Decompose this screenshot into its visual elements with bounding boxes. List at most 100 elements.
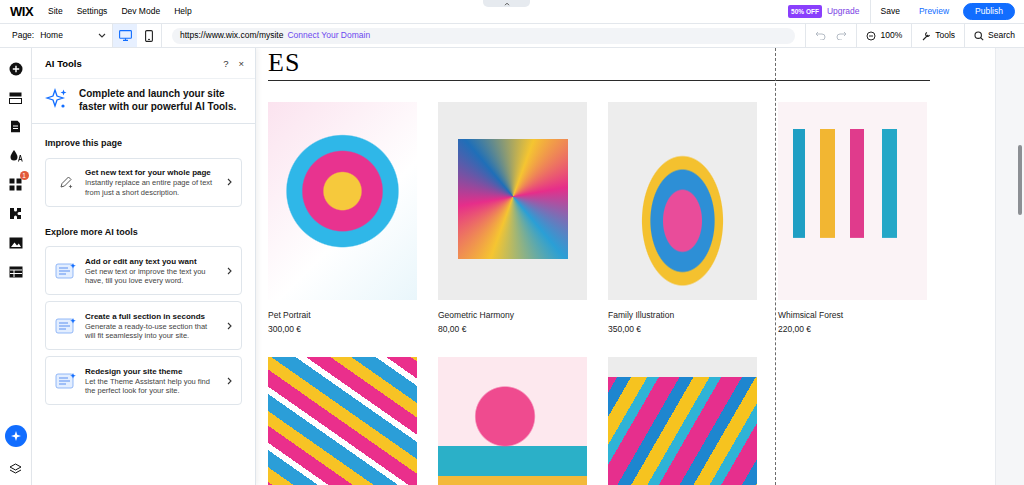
wix-logo[interactable]: WIX (10, 5, 48, 18)
tools-button[interactable]: Tools (911, 24, 964, 47)
undo-icon[interactable] (815, 31, 826, 40)
ai-assistant-button[interactable] (5, 425, 27, 447)
chevron-right-icon (226, 267, 233, 275)
menu-item[interactable]: Site (48, 5, 63, 18)
close-button[interactable]: × (238, 59, 244, 69)
product-item[interactable]: Whimsical Forest 220,00 € (778, 102, 927, 335)
device-switcher (113, 24, 162, 47)
connect-domain-link[interactable]: Connect Your Domain (287, 29, 370, 42)
save-button[interactable]: Save (881, 5, 900, 18)
text-block-icon (55, 262, 77, 280)
product-image[interactable] (608, 102, 757, 300)
design-button[interactable] (7, 147, 25, 164)
product-image[interactable] (608, 357, 757, 485)
ai-tool-card[interactable]: Create a full section in secondsGenerate… (45, 301, 242, 350)
sale-badge: 50% OFF (788, 5, 822, 19)
tools-label: Tools (935, 29, 955, 42)
business-button[interactable] (7, 205, 25, 222)
ai-tool-card[interactable]: Redesign your site themeLet the Theme As… (45, 356, 242, 405)
card-title: Add or edit any text you want (85, 256, 218, 267)
ai-tool-card[interactable]: Add or edit any text you wantGet new tex… (45, 246, 242, 295)
ai-tool-card[interactable]: Get new text for your whole pageInstantl… (45, 158, 242, 207)
device-button[interactable] (113, 24, 137, 47)
apps-icon (9, 178, 22, 191)
chevron-right-icon (226, 178, 233, 186)
product-image[interactable] (268, 357, 417, 485)
layers-button[interactable] (7, 460, 25, 477)
ai-tools-panel: AI Tools ? × Complete and launch your si… (32, 48, 256, 485)
publish-button[interactable]: Publish (963, 3, 1015, 21)
menu-item[interactable]: Settings (77, 5, 108, 18)
page-selector[interactable]: Page: Home (0, 24, 113, 47)
card-description: Generate a ready-to-use section that wil… (85, 322, 218, 341)
site-url: https://www.wix.com/mysite (180, 29, 283, 42)
product-item[interactable] (438, 357, 587, 485)
card-description: Get new text or improve the text you hav… (85, 267, 218, 286)
card-title: Redesign your site theme (85, 366, 218, 377)
image-icon (9, 237, 23, 249)
search-label: Search (988, 29, 1015, 42)
product-price: 80,00 € (438, 324, 587, 335)
product-name[interactable]: Family Illustration (608, 310, 757, 321)
product-item[interactable]: Geometric Harmony 80,00 € (438, 102, 587, 335)
text-block-icon (55, 372, 77, 390)
page-name[interactable]: Home (40, 29, 92, 42)
chevron-down-icon[interactable] (98, 33, 106, 38)
card-description: Let the Theme Assistant help you find th… (85, 377, 218, 396)
product-price: 300,00 € (268, 324, 417, 335)
sections-icon (9, 92, 22, 104)
product-name[interactable]: Geometric Harmony (438, 310, 587, 321)
product-name[interactable]: Pet Portrait (268, 310, 417, 321)
card-description: Instantly replace an entire page of text… (85, 178, 218, 197)
main-menu: Site Settings Dev Mode Help (48, 5, 192, 18)
product-item[interactable] (608, 357, 757, 485)
redo-icon[interactable] (836, 31, 847, 40)
product-name[interactable]: Whimsical Forest (778, 310, 927, 321)
panel-title: AI Tools (45, 57, 82, 71)
canvas-scrollbar[interactable] (1015, 48, 1024, 485)
mobile-icon (145, 30, 153, 42)
grid-guide-line (775, 48, 776, 485)
url-bar[interactable]: https://www.wix.com/mysite Connect Your … (172, 28, 795, 44)
search-button[interactable]: Search (964, 24, 1024, 47)
editor-toolbar: Page: Home https://www.wix.com/mysite Co… (0, 24, 1024, 48)
pages-icon (10, 120, 21, 133)
preview-button[interactable]: Preview (919, 5, 949, 18)
product-item[interactable]: Family Illustration 350,00 € (608, 102, 757, 335)
add-elements-button[interactable] (7, 60, 25, 77)
site-page: ES Pet Portrait 300,00 € Geometric Harmony… (256, 48, 995, 485)
menu-item[interactable]: Help (174, 5, 191, 18)
apps-button[interactable]: 1 (7, 176, 25, 193)
puzzle-icon (9, 207, 22, 220)
sections-button[interactable] (7, 89, 25, 106)
chevron-right-icon (226, 322, 233, 330)
card-title: Get new text for your whole page (85, 167, 218, 178)
sparkle-icon (10, 430, 22, 442)
zoom-button[interactable]: 100% (856, 24, 911, 47)
menu-item[interactable]: Dev Mode (121, 5, 160, 18)
help-button[interactable]: ? (223, 59, 228, 69)
product-image[interactable] (268, 102, 417, 300)
layers-icon (9, 463, 22, 475)
product-item[interactable]: Pet Portrait 300,00 € (268, 102, 417, 335)
product-price: 220,00 € (778, 324, 927, 335)
product-item[interactable] (268, 357, 417, 485)
device-kind (145, 30, 153, 42)
collapse-tab[interactable] (483, 0, 530, 7)
device-button[interactable] (137, 24, 161, 47)
scrollbar-thumb[interactable] (1018, 145, 1022, 215)
media-button[interactable] (7, 234, 25, 251)
cms-button[interactable] (7, 263, 25, 280)
site-heading[interactable]: ES (268, 48, 300, 78)
product-image[interactable] (778, 102, 927, 300)
top-bar: WIX Site Settings Dev Mode Help 50% OFF Upg… (0, 0, 1024, 24)
product-price: 350,00 € (608, 324, 757, 335)
apps-badge: 1 (20, 171, 29, 180)
product-image[interactable] (438, 102, 587, 300)
card-title: Create a full section in seconds (85, 311, 218, 322)
pages-button[interactable] (7, 118, 25, 135)
ai-sparkle-icon (45, 87, 69, 111)
upgrade-link[interactable]: Upgrade (827, 5, 860, 18)
product-image[interactable] (438, 357, 587, 485)
zoom-level: 100% (880, 29, 902, 42)
